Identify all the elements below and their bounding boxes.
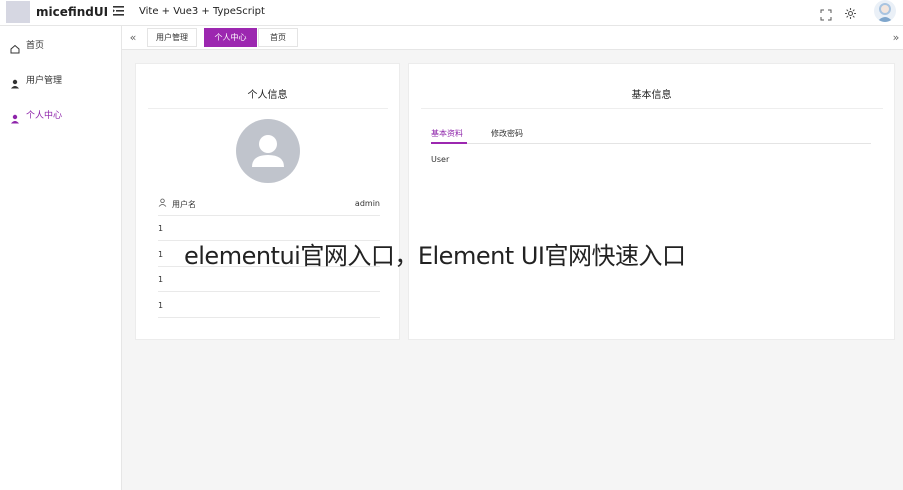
pane-text: User [431,155,450,164]
tab-home[interactable]: 首页 [258,28,298,47]
header-subtitle: Vite + Vue3 + TypeScript [139,6,265,17]
profile-avatar[interactable] [236,119,300,183]
divider [421,108,883,109]
tabs-bar: « 用户管理 个人中心 首页 » [122,26,903,50]
fullscreen-icon[interactable] [820,6,832,21]
active-tab-indicator [431,142,467,144]
watermark-text: elementui官网入口，Element UI官网快速入口 [184,242,686,270]
user-icon [158,198,167,207]
logo [6,1,30,23]
sidebar: 首页 用户管理 个人中心 [0,26,122,490]
info-row-username: 用户名 admin [158,191,380,216]
user-icon [10,74,20,89]
profile-card-title: 个人信息 [247,90,288,101]
divider [148,108,388,109]
sidebar-item-label: 用户管理 [26,76,63,86]
profile-card: 个人信息 用户名 admin 1 1 1 1 [135,63,400,340]
tab-basic-profile[interactable]: 基本资料 [431,128,463,139]
menu-toggle-button[interactable] [112,4,126,18]
top-header: micefindUI Vite + Vue3 + TypeScript [0,0,903,26]
sidebar-item-user-management[interactable]: 用户管理 [0,65,121,95]
info-value: admin [354,199,380,208]
gear-icon[interactable] [844,5,857,19]
app-title: micefindUI [36,5,109,19]
tab-change-password[interactable]: 修改密码 [491,128,523,139]
info-key: 1 [158,301,164,310]
info-key: 1 [158,250,164,259]
info-key: 1 [158,224,164,233]
home-icon [10,39,20,54]
scroll-right-icon[interactable]: » [889,31,903,45]
tab-underline [431,143,871,144]
tab-personal-center[interactable]: 个人中心 [204,28,257,47]
hamburger-icon [113,6,124,16]
scroll-left-icon[interactable]: « [126,31,140,45]
info-key: 1 [158,275,164,284]
sidebar-item-label: 首页 [26,41,45,51]
tab-user-management[interactable]: 用户管理 [147,28,197,47]
user-avatar[interactable] [874,0,896,22]
sidebar-item-personal-center[interactable]: 个人中心 [0,100,121,130]
sidebar-item-label: 个人中心 [26,111,63,121]
user-icon [10,109,20,124]
info-row: 1 [158,293,380,318]
basic-info-card: 基本信息 基本资料 修改密码 User [408,63,895,340]
sidebar-item-home[interactable]: 首页 [0,30,121,60]
basic-card-title: 基本信息 [631,90,672,101]
info-key: 用户名 [172,200,196,209]
